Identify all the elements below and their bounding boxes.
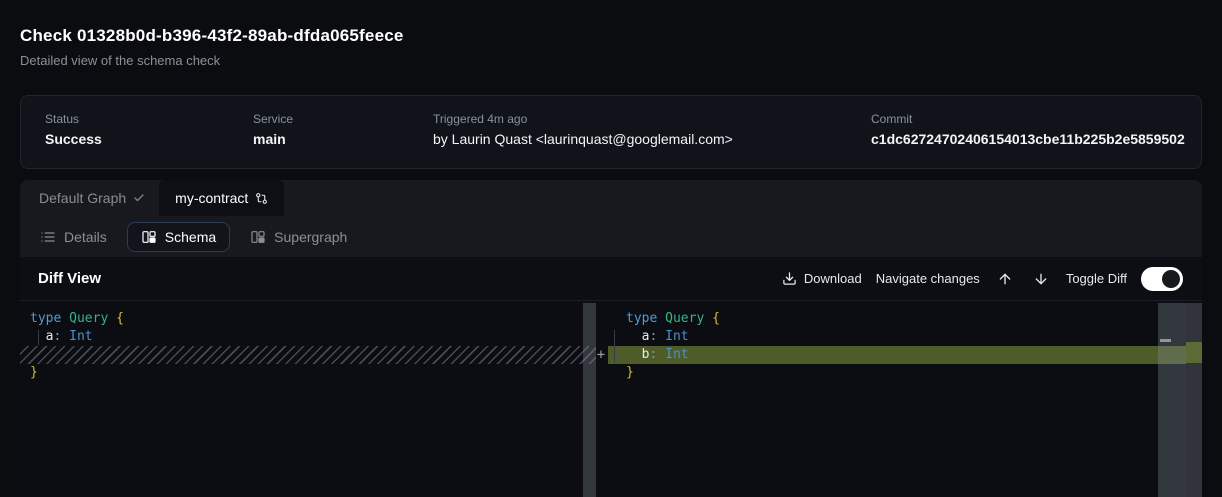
view-tabs-bar: Details Schema Supergraph	[20, 216, 1202, 257]
code-line: type Query {	[626, 310, 720, 328]
overview-ruler-added-marker	[1186, 342, 1202, 363]
status-value: Success	[45, 131, 102, 147]
schema-check-page: Check 01328b0d-b396-43f2-89ab-dfda065fee…	[0, 0, 1222, 497]
commit-label: Commit	[871, 112, 1185, 126]
diff-controls: Download Navigate changes Toggle Diff	[782, 267, 1183, 291]
check-meta-card: Status Success Service main Triggered 4m…	[20, 95, 1202, 169]
status-label: Status	[45, 112, 102, 126]
tab-details-label: Details	[64, 229, 107, 245]
toggle-diff-switch[interactable]	[1141, 267, 1183, 291]
code-line: a: Int	[30, 328, 124, 346]
tab-schema-label: Schema	[165, 229, 216, 245]
schema-diff-editor: + type Query { a: Int } type Query { a: …	[20, 301, 1202, 497]
tab-schema[interactable]: Schema	[127, 222, 230, 252]
next-change-button[interactable]	[1030, 268, 1052, 290]
overview-ruler	[1186, 303, 1202, 497]
diff-after-pane: type Query { a: Int b: Int}	[606, 301, 720, 382]
before-pane-scrollbar[interactable]	[583, 303, 596, 497]
navigate-changes-label: Navigate changes	[876, 271, 980, 286]
diff-before-pane: type Query { a: Int }	[20, 301, 124, 382]
tab-my-contract[interactable]: my-contract	[159, 180, 284, 216]
code-line: }	[30, 364, 124, 382]
added-line-marker: +	[594, 346, 608, 364]
download-icon	[782, 271, 797, 286]
triggered-value: by Laurin Quast <laurinquast@googlemail.…	[433, 131, 733, 147]
diff-view-title: Diff View	[38, 270, 101, 287]
tab-default-graph[interactable]: Default Graph	[39, 180, 159, 216]
page-subtitle: Detailed view of the schema check	[20, 53, 220, 68]
download-button[interactable]: Download	[782, 271, 862, 286]
arrow-down-icon	[1033, 271, 1049, 287]
git-compare-icon	[255, 192, 268, 205]
code-placeholder-line	[30, 346, 124, 364]
download-label: Download	[804, 271, 862, 286]
check-content-panel: Default Graph my-contract Details	[20, 180, 1202, 497]
previous-change-button[interactable]	[994, 268, 1016, 290]
tab-my-contract-label: my-contract	[175, 190, 248, 206]
commit-value: c1dc62724702406154013cbe11b225b2e5859502	[871, 131, 1185, 147]
columns-icon	[141, 229, 157, 245]
code-line: type Query {	[30, 310, 124, 328]
service-value: main	[253, 131, 293, 147]
tab-default-graph-label: Default Graph	[39, 190, 126, 206]
scrollbar-position-dash	[1160, 339, 1171, 342]
code-line: a: Int	[626, 328, 720, 346]
after-pane-scrollbar[interactable]	[1158, 303, 1186, 497]
tab-supergraph[interactable]: Supergraph	[248, 223, 349, 251]
check-icon	[133, 192, 145, 204]
columns-icon	[250, 229, 266, 245]
graph-tabs-bar: Default Graph my-contract	[20, 180, 1202, 216]
service-column: Service main	[253, 112, 293, 147]
code-line: }	[626, 364, 720, 382]
triggered-column: Triggered 4m ago by Laurin Quast <laurin…	[433, 112, 733, 147]
status-column: Status Success	[45, 112, 102, 147]
commit-column: Commit c1dc62724702406154013cbe11b225b2e…	[871, 112, 1185, 147]
list-icon	[40, 229, 56, 245]
toggle-knob	[1162, 270, 1180, 288]
arrow-up-icon	[997, 271, 1013, 287]
diff-view-header: Diff View Download Navigate changes	[20, 257, 1202, 301]
tab-supergraph-label: Supergraph	[274, 229, 347, 245]
tab-details[interactable]: Details	[38, 223, 109, 251]
service-label: Service	[253, 112, 293, 126]
page-title: Check 01328b0d-b396-43f2-89ab-dfda065fee…	[20, 26, 404, 46]
toggle-diff-label: Toggle Diff	[1066, 271, 1127, 286]
code-line: b: Int	[626, 346, 720, 364]
triggered-label: Triggered 4m ago	[433, 112, 733, 126]
